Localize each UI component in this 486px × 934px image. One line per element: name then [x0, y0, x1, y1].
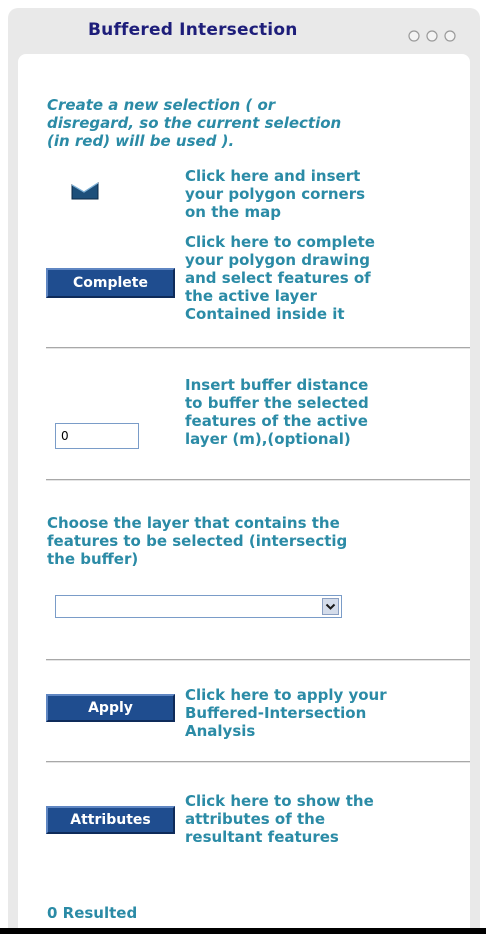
bottom-border — [0, 928, 486, 934]
divider-1 — [46, 347, 470, 349]
layer-select[interactable] — [55, 595, 342, 618]
layer-instruction-line-3: the buffer) — [47, 550, 139, 568]
divider-2 — [46, 479, 470, 481]
window-controls[interactable] — [404, 28, 470, 42]
complete-hint-line-5: Contained inside it — [185, 305, 345, 323]
buffer-hint-line-1: Insert buffer distance — [185, 376, 369, 394]
buffer-hint-line-4: layer (m),(optional) — [185, 430, 351, 448]
layer-instruction-line-2: features to be selected (intersectig — [47, 532, 348, 550]
app-frame: Buffered Intersection Create a new selec… — [0, 0, 486, 934]
complete-button[interactable]: Complete — [46, 268, 175, 298]
panel-header: Buffered Intersection — [8, 8, 480, 54]
buffer-distance-input[interactable] — [55, 423, 139, 449]
complete-hint-line-1: Click here to complete — [185, 233, 375, 251]
buffer-hint-line-3: features of the active — [185, 412, 368, 430]
divider-4 — [46, 761, 470, 763]
apply-button[interactable]: Apply — [46, 694, 175, 722]
window-controls-icon — [408, 30, 456, 42]
apply-hint-line-2: Buffered-Intersection — [185, 704, 367, 722]
attributes-hint-line-3: resultant features — [185, 828, 339, 846]
draw-hint-line-3: on the map — [185, 203, 281, 221]
chevron-down-icon[interactable] — [322, 598, 339, 615]
panel-content: Create a new selection ( or disregard, s… — [18, 54, 470, 929]
draw-polygon-icon — [71, 182, 99, 200]
attributes-hint-line-2: attributes of the — [185, 810, 325, 828]
complete-hint-line-2: your polygon drawing — [185, 251, 370, 269]
complete-hint-line-4: the active layer — [185, 287, 317, 305]
draw-hint-line-2: your polygon corners — [185, 185, 366, 203]
selection-instruction-line-1: Create a new selection ( or — [47, 96, 276, 114]
result-count: 0 Resulted — [47, 904, 138, 922]
draw-hint-line-1: Click here and insert — [185, 167, 361, 185]
selection-instruction-line-3: (in red) will be used ). — [47, 132, 235, 150]
divider-3 — [46, 659, 470, 661]
apply-hint-line-3: Analysis — [185, 722, 256, 740]
buffered-intersection-panel: Buffered Intersection Create a new selec… — [8, 8, 480, 929]
apply-hint-line-1: Click here to apply your — [185, 686, 387, 704]
panel-title: Buffered Intersection — [88, 20, 298, 40]
layer-instruction-line-1: Choose the layer that contains the — [47, 514, 340, 532]
draw-polygon-button[interactable] — [70, 180, 100, 202]
chevron-down-glyph — [325, 603, 336, 610]
attributes-button[interactable]: Attributes — [46, 806, 175, 834]
selection-instruction-line-2: disregard, so the current selection — [47, 114, 342, 132]
attributes-hint-line-1: Click here to show the — [185, 792, 374, 810]
buffer-hint-line-2: to buffer the selected — [185, 394, 369, 412]
complete-hint-line-3: and select features of — [185, 269, 371, 287]
